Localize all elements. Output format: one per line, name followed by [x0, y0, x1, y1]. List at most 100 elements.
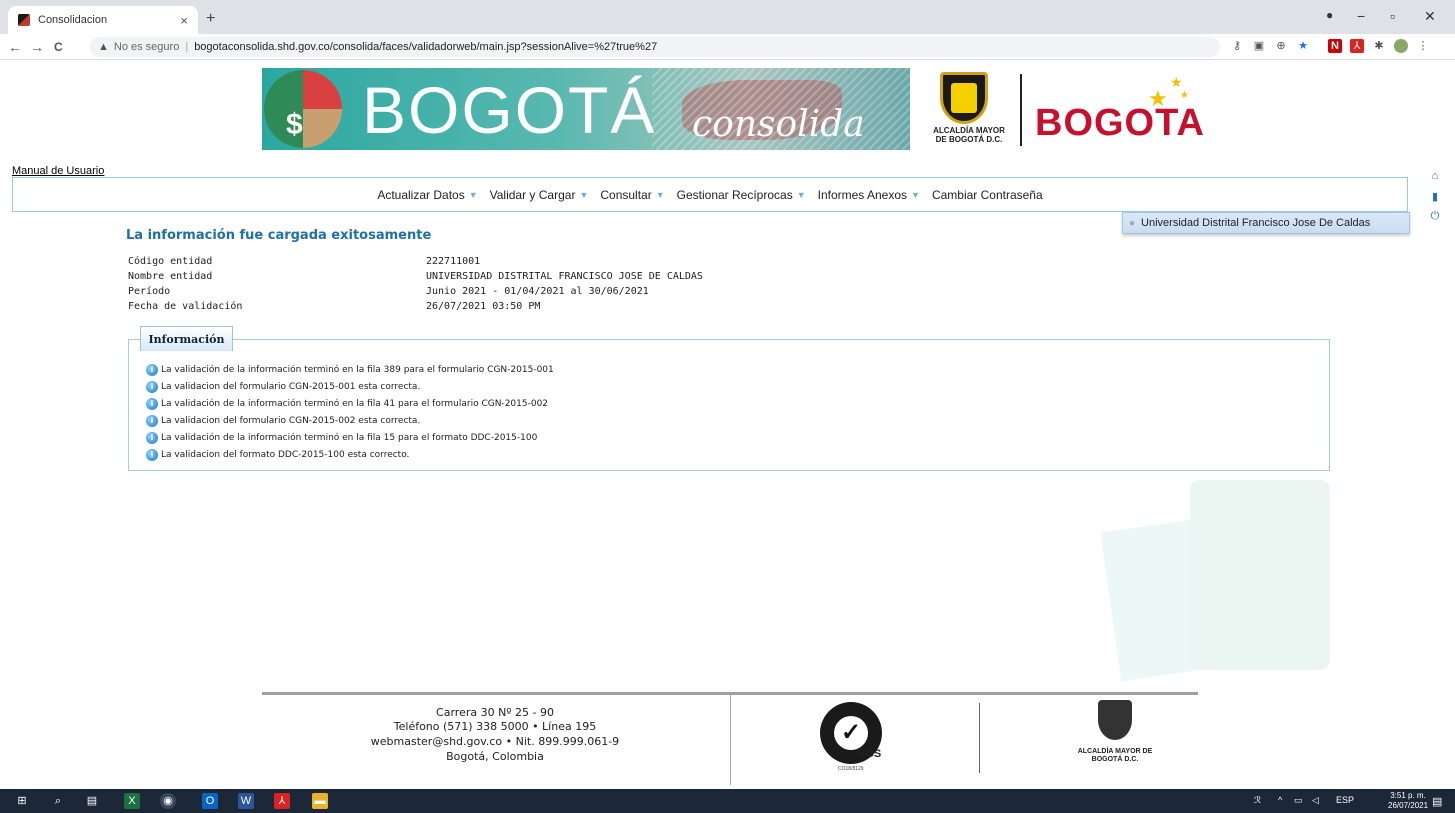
bookmark-star-icon[interactable]: ★: [1296, 39, 1310, 53]
home-icon[interactable]: ⌂: [1428, 170, 1442, 184]
alcaldia-label: ALCALDÍA MAYOR DE BOGOTÁ D.C.: [933, 126, 1005, 144]
menu-informes-anexos[interactable]: Informes Anexos ▼: [818, 188, 920, 202]
info-icon: i: [146, 381, 158, 393]
menu-label: Validar y Cargar: [489, 187, 576, 202]
avatar[interactable]: [1394, 39, 1408, 53]
message-text: La validacion del formulario CGN-2015-00…: [161, 382, 421, 392]
footer-vertical-divider: [979, 703, 980, 773]
user-entity-box[interactable]: ● Universidad Distrital Francisco Jose D…: [1122, 212, 1410, 234]
notification-icon[interactable]: ▤: [1432, 795, 1442, 808]
tray-chevron-icon[interactable]: ^: [1278, 795, 1282, 805]
power-icon[interactable]: ⏻: [1428, 210, 1442, 224]
menu-label: Consultar: [600, 187, 652, 202]
volume-icon[interactable]: ◁: [1312, 795, 1319, 806]
extension-n-icon[interactable]: N: [1328, 39, 1342, 53]
coat-of-arms-icon: [1098, 700, 1132, 740]
field-value: UNIVERSIDAD DISTRITAL FRANCISCO JOSE DE …: [426, 271, 703, 282]
list-item: i La validación de la información terminó…: [146, 432, 537, 444]
acrobat-icon[interactable]: ⅄: [274, 793, 290, 809]
network-icon[interactable]: ▭: [1294, 795, 1303, 806]
field-label: Nombre entidad: [128, 271, 213, 282]
menu-label: Cambiar Contraseña: [931, 187, 1043, 202]
field-label: Fecha de validación: [128, 301, 243, 312]
banner-title: BOGOTÁ: [362, 73, 657, 147]
language-indicator[interactable]: ESP: [1336, 795, 1354, 805]
people-icon[interactable]: ℛ: [1254, 795, 1261, 806]
message-text: La validación de la información terminó …: [161, 399, 549, 409]
footer-city: Bogotá, Colombia: [446, 750, 544, 763]
list-item: i La validación de la información terminó…: [146, 398, 548, 410]
menu-dots-icon[interactable]: ⋮: [1416, 39, 1430, 53]
footer-alcaldia-label: ALCALDÍA MAYOR DE BOGOTÁ D.C.: [1077, 748, 1153, 763]
chevron-down-icon: ▼: [911, 189, 920, 200]
user-icon: ●: [1129, 217, 1136, 229]
warning-icon: ▲: [98, 41, 109, 53]
star-icon: ★: [1170, 74, 1183, 90]
back-button[interactable]: ←: [8, 39, 22, 55]
message-text: La validacion del formulario CGN-2015-00…: [161, 416, 421, 426]
translate-icon[interactable]: ▣: [1252, 39, 1266, 53]
browser-tab[interactable]: Consolidacion ×: [8, 6, 198, 34]
success-title: La información fue cargada exitosamente: [126, 228, 432, 243]
tab-close-icon[interactable]: ×: [180, 13, 188, 28]
info-icon: i: [146, 415, 158, 427]
puzzle-icon[interactable]: ✱: [1372, 39, 1386, 53]
menu-label: Actualizar Datos: [377, 187, 465, 202]
pie-chart-logo-icon: $: [264, 70, 342, 148]
reload-button[interactable]: C: [54, 40, 63, 54]
message-text: La validación de la información terminó …: [161, 365, 554, 375]
logo-divider: [1020, 74, 1022, 146]
menu-actualizar-datos[interactable]: Actualizar Datos ▼: [377, 188, 477, 202]
search-icon[interactable]: ⌕: [50, 793, 66, 809]
maximize-button[interactable]: ▫: [1390, 8, 1395, 24]
field-value: 222711001: [426, 256, 481, 267]
banner-subtitle: consolida: [692, 104, 865, 145]
footer-vertical-divider: [730, 695, 731, 785]
windows-taskbar: ⊞ ⌕ ▤ X ◉ O W ⅄ ▬ ℛ ^ ▭ ◁ ESP 3:51 p. m.…: [0, 789, 1455, 813]
list-item: i La validacion del formulario CGN-2015-0…: [146, 415, 420, 427]
field-value: Junio 2021 - 01/04/2021 al 30/06/2021: [426, 286, 649, 297]
file-explorer-icon[interactable]: ▬: [312, 793, 328, 809]
menu-consultar[interactable]: Consultar ▼: [600, 188, 664, 202]
browser-tab-strip: Consolidacion × + ● − ▫ ✕: [0, 0, 1455, 34]
info-icon: i: [146, 449, 158, 461]
windows-start-icon[interactable]: ⊞: [14, 793, 30, 809]
url-input[interactable]: ▲ No es seguro | bogotaconsolida.shd.gov…: [90, 37, 1220, 57]
book-icon[interactable]: ▮: [1428, 190, 1442, 204]
chrome-icon[interactable]: ◉: [160, 793, 176, 809]
forward-button[interactable]: →: [30, 39, 44, 55]
main-menu: Actualizar Datos ▼ Validar y Cargar ▼ Cons…: [12, 177, 1408, 212]
excel-icon[interactable]: X: [124, 793, 140, 809]
menu-validar-cargar[interactable]: Validar y Cargar ▼: [490, 188, 589, 202]
word-icon[interactable]: W: [238, 793, 254, 809]
field-label: Período: [128, 286, 171, 297]
task-view-icon[interactable]: ▤: [84, 793, 100, 809]
calculator-watermark-icon: [1100, 470, 1340, 682]
tab-title: Consolidacion: [38, 14, 108, 26]
zoom-icon[interactable]: ⊕: [1274, 39, 1288, 53]
pdf-extension-icon[interactable]: ⅄: [1350, 39, 1364, 53]
menu-cambiar-contrasena[interactable]: Cambiar Contraseña: [932, 188, 1043, 202]
user-manual-link[interactable]: Manual de Usuario: [12, 165, 104, 177]
field-label: Código entidad: [128, 256, 213, 267]
menu-label: Informes Anexos: [817, 187, 908, 202]
chevron-down-icon: ▼: [655, 189, 665, 200]
bogota-logo: BOGOTA: [1035, 102, 1205, 144]
message-text: La validacion del formato DDC-2015-100 e…: [161, 450, 410, 460]
close-window-button[interactable]: ✕: [1424, 8, 1436, 25]
key-icon[interactable]: ⚷: [1230, 39, 1244, 53]
clock[interactable]: 3:51 p. m. 26/07/2021: [1388, 791, 1428, 811]
favicon-icon: [18, 14, 30, 26]
user-name: Universidad Distrital Francisco Jose De …: [1141, 217, 1371, 229]
new-tab-button[interactable]: +: [206, 10, 215, 28]
menu-gestionar-reciprocas[interactable]: Gestionar Recíprocas ▼: [677, 188, 806, 202]
profile-icon[interactable]: ●: [1326, 8, 1333, 22]
information-tab[interactable]: Información: [140, 326, 233, 351]
list-item: i La validacion del formulario CGN-2015-0…: [146, 381, 420, 393]
star-icon: ★: [1180, 90, 1189, 101]
footer-phone: Teléfono (571) 338 5000 • Línea 195: [393, 720, 597, 733]
outlook-icon[interactable]: O: [202, 793, 218, 809]
sgs-label: SGS: [858, 748, 882, 760]
chevron-down-icon: ▼: [796, 189, 806, 200]
minimize-button[interactable]: −: [1357, 8, 1365, 24]
